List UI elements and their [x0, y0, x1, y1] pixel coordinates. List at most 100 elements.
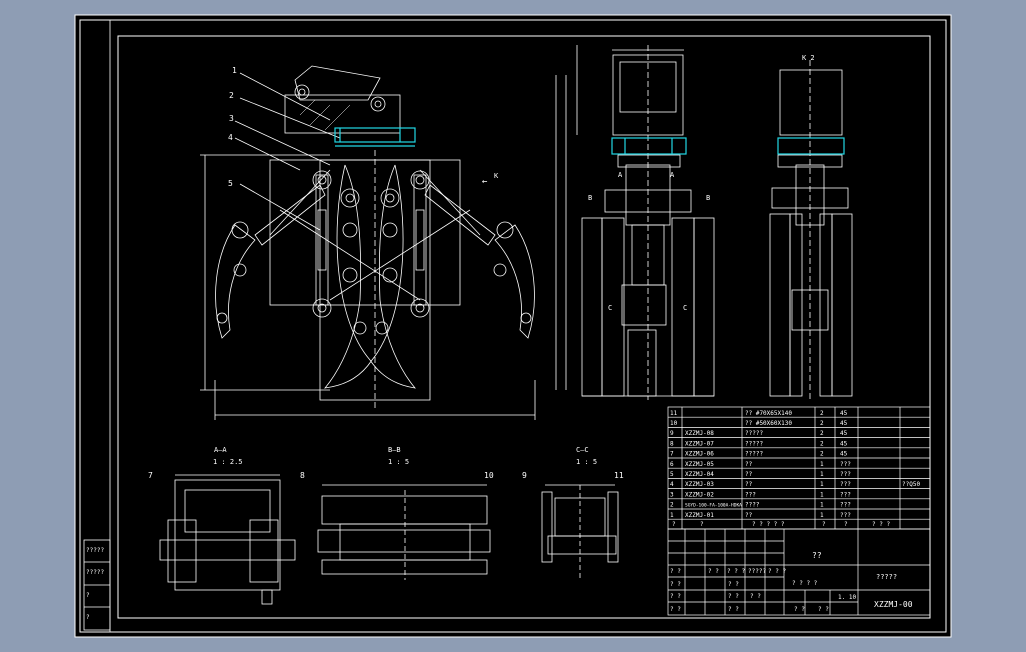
bom-cell-mat: ???	[840, 471, 851, 478]
bom-cell-qty: 1	[820, 502, 824, 509]
title-block-label: ? ?	[670, 606, 681, 613]
title-block-label: ? ? ?	[768, 568, 786, 575]
bom-cell-code: XZZMJ-01	[685, 512, 714, 519]
bom-cell-name: ????	[745, 502, 760, 509]
bom-cell-qty: 2	[820, 420, 824, 427]
section-mark-c-left: C	[608, 304, 612, 312]
title-block-label: ? ?	[670, 581, 681, 588]
bom-cell-no: 1	[670, 512, 674, 519]
section-b-title: B—B	[388, 446, 401, 454]
bom-cell-mat: 45	[840, 430, 848, 437]
section-mark-b-right: B	[706, 194, 710, 202]
bom-cell-code: SGYD-100-FA-100A-HDKA	[685, 503, 742, 509]
section-a-title: A—A	[214, 446, 227, 454]
bom-cell-no: 11	[670, 410, 678, 417]
unit-name: ?????	[876, 573, 897, 581]
direction-arrow: ←	[482, 177, 488, 187]
bom-cell-mat: 45	[840, 440, 848, 447]
bom-header-qty: ?	[822, 521, 826, 528]
bom-cell-qty: 2	[820, 430, 824, 437]
bom-cell-qty: 1	[820, 481, 824, 488]
bom-cell-name: ?? #70X65X140	[745, 410, 792, 417]
bom-cell-code: XZZMJ-02	[685, 491, 714, 498]
bom-cell-no: 4	[670, 481, 674, 488]
bom-cell-qty: 1	[820, 491, 824, 498]
bom-cell-mat: ???	[840, 461, 851, 468]
part-number-11: 11	[614, 471, 624, 480]
bom-cell-name: ?????	[745, 440, 763, 447]
title-block-label: ? ?	[670, 568, 681, 575]
bom-cell-mat: 45	[840, 410, 848, 417]
part-number-3: 3	[229, 114, 234, 123]
title-block-label: ? ? ? ?	[792, 580, 818, 587]
bom-cell-qty: 2	[820, 410, 824, 417]
section-c-scale: 1 : 5	[576, 458, 597, 466]
cad-drawing: ????? ????? ? ? 1 2 3 4 5 ← K A A B B C …	[74, 14, 952, 638]
bom-cell-code: XZZMJ-08	[685, 430, 714, 437]
bom-header-note: ? ? ?	[872, 521, 890, 528]
drawing-name: ??	[812, 551, 822, 560]
left-strip-text-3: ?	[86, 592, 90, 599]
bom-cell-qty: 2	[820, 440, 824, 447]
bom-cell-name: ?????	[745, 451, 763, 458]
bom-cell-mat: ???	[840, 481, 851, 488]
bom-cell-code: XZZMJ-07	[685, 440, 714, 447]
bom-cell-qty: 1	[820, 471, 824, 478]
bom-cell-no: 3	[670, 491, 674, 498]
bom-cell-mat: ???	[840, 502, 851, 509]
section-mark-b-left: B	[588, 194, 592, 202]
bom-cell-name: ??	[745, 512, 753, 519]
bom-cell-no: 9	[670, 430, 674, 437]
bom-row: 9 XZZMJ-08????? 2 45	[670, 430, 848, 437]
part-number-9: 9	[522, 471, 527, 480]
bom-cell-no: 7	[670, 451, 674, 458]
bom-row: 8 XZZMJ-07????? 2 45	[670, 440, 848, 447]
left-strip-text-4: ?	[86, 614, 90, 621]
drawing-sheet	[74, 14, 952, 638]
title-block-label: ? ?	[818, 606, 829, 613]
title-block-label: ?????	[748, 568, 766, 575]
bom-cell-name: ???	[745, 491, 756, 498]
k-view-label: K 2	[802, 54, 815, 62]
part-number-7: 7	[148, 471, 153, 480]
title-block-label: ? ?	[728, 581, 739, 588]
bom-cell-note: ??Q50	[902, 481, 920, 488]
part-number-1: 1	[232, 66, 237, 75]
bom-cell-name: ??	[745, 471, 753, 478]
bom-cell-qty: 1	[820, 512, 824, 519]
left-strip-text-2: ?????	[86, 569, 104, 576]
bom-cell-name: ??	[745, 461, 753, 468]
part-number-8: 8	[300, 471, 305, 480]
bom-cell-no: 10	[670, 420, 678, 427]
section-mark-c-right: C	[683, 304, 687, 312]
title-block-label: ? ?	[670, 593, 681, 600]
left-strip-text-1: ?????	[86, 547, 104, 554]
bom-cell-name: ?? #50X60X130	[745, 420, 792, 427]
bom-header-code: ?	[700, 521, 704, 528]
title-block-label: ? ? ?	[727, 568, 745, 575]
title-block-label: ? ?	[728, 606, 739, 613]
bom-row: 7 XZZMJ-06????? 2 45	[670, 451, 848, 458]
bom-cell-name: ??	[745, 481, 753, 488]
bom-cell-qty: 2	[820, 451, 824, 458]
bom-cell-no: 5	[670, 471, 674, 478]
bom-cell-code: XZZMJ-03	[685, 481, 714, 488]
bom-cell-code: XZZMJ-05	[685, 461, 714, 468]
drawing-number: XZZMJ-00	[874, 600, 913, 609]
bom-cell-mat: ???	[840, 491, 851, 498]
part-number-10: 10	[484, 471, 494, 480]
title-block-label: ? ?	[708, 568, 719, 575]
bom-header-mat: ?	[844, 521, 848, 528]
bom-cell-code: XZZMJ-06	[685, 451, 714, 458]
drawing-scale: 1. 10	[838, 594, 856, 601]
title-block-label: ? ?	[794, 606, 805, 613]
bom-cell-no: 8	[670, 440, 674, 447]
part-number-4: 4	[228, 133, 233, 142]
section-c-title: C—C	[576, 446, 589, 454]
bom-cell-mat: ???	[840, 512, 851, 519]
bom-cell-no: 6	[670, 461, 674, 468]
part-number-2: 2	[229, 91, 234, 100]
bom-cell-code: XZZMJ-04	[685, 471, 714, 478]
part-number-5: 5	[228, 179, 233, 188]
title-block-label: ? ?	[728, 593, 739, 600]
